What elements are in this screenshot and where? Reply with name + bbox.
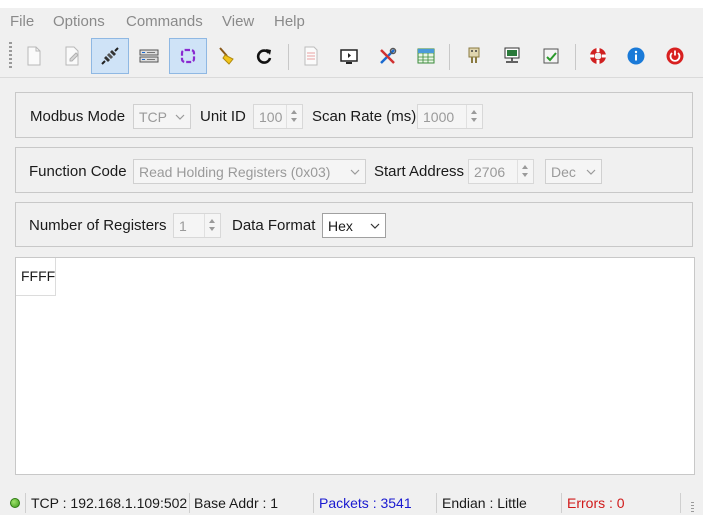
menu-options[interactable]: Options	[53, 13, 105, 30]
title-strip	[0, 0, 703, 8]
toolbar-separator	[575, 44, 576, 70]
errors-count: Errors : 0	[567, 495, 625, 511]
scan-rate-value: 1000	[423, 109, 455, 125]
function-code-value: Read Holding Registers (0x03)	[139, 164, 331, 180]
info-icon	[627, 47, 645, 65]
resize-grip[interactable]	[691, 502, 694, 512]
network-settings-button[interactable]	[130, 38, 168, 74]
modbus-mode-select[interactable]: TCP	[133, 104, 191, 129]
data-format-select[interactable]: Hex	[322, 213, 386, 238]
serial-port-button[interactable]	[455, 38, 493, 74]
toolbar-separator	[449, 44, 450, 70]
menu-help[interactable]: Help	[274, 13, 305, 30]
ethernet-icon	[504, 47, 520, 63]
start-address-stepper[interactable]	[517, 160, 533, 183]
save-document-icon	[65, 46, 79, 66]
ethernet-button[interactable]	[493, 38, 531, 74]
modbus-mode-label: Modbus Mode	[30, 108, 126, 125]
scan-rate-spinbox[interactable]: 1000	[417, 104, 483, 129]
chevron-down-icon	[586, 169, 596, 175]
log-document-icon	[304, 46, 318, 66]
open-document-icon	[27, 46, 41, 66]
table-grid-icon	[417, 48, 435, 64]
connect-plug-icon	[101, 47, 119, 65]
toolbar-grip[interactable]	[9, 42, 12, 70]
clear-button[interactable]	[208, 38, 246, 74]
start-address-value: 2706	[474, 164, 506, 180]
monitor-display-icon	[340, 49, 358, 64]
unit-id-spinbox[interactable]: 100	[253, 104, 303, 129]
data-format-label: Data Format	[232, 217, 316, 234]
log-button[interactable]	[292, 38, 330, 74]
endian-info: Endian : Little	[442, 495, 527, 511]
num-registers-spinbox[interactable]: 1	[173, 213, 221, 238]
num-registers-stepper[interactable]	[204, 214, 220, 237]
menu-commands[interactable]: Commands	[126, 13, 203, 30]
clear-broom-icon	[219, 47, 234, 65]
address-format-select[interactable]: Dec	[545, 159, 602, 184]
status-separator	[25, 493, 26, 513]
network-settings-icon	[139, 49, 159, 63]
refresh-button[interactable]	[245, 38, 283, 74]
connection-status-led	[10, 498, 20, 508]
function-group: Function Code Read Holding Registers (0x…	[15, 147, 693, 193]
menu-bar: File Options Commands View Help	[0, 8, 703, 35]
refresh-icon	[256, 49, 272, 64]
num-registers-label: Number of Registers	[29, 217, 167, 234]
packets-count: Packets : 3541	[319, 495, 412, 511]
data-format-value: Hex	[328, 218, 353, 234]
help-lifebuoy-icon	[590, 48, 606, 64]
register-cell[interactable]: FFFF	[16, 258, 56, 296]
scan-button[interactable]	[169, 38, 207, 74]
chevron-down-icon	[175, 114, 185, 120]
exit-button[interactable]	[656, 38, 694, 74]
start-address-spinbox[interactable]: 2706	[468, 159, 534, 184]
help-button[interactable]	[579, 38, 617, 74]
toolbar-separator	[288, 44, 289, 70]
test-button[interactable]	[532, 38, 570, 74]
toolbar	[0, 36, 703, 78]
status-separator	[436, 493, 437, 513]
table-button[interactable]	[407, 38, 445, 74]
connect-button[interactable]	[91, 38, 129, 74]
status-bar: TCP : 192.168.1.109:502 Base Addr : 1 Pa…	[0, 490, 703, 515]
tools-icon	[380, 47, 397, 64]
status-separator	[680, 493, 681, 513]
status-separator	[189, 493, 190, 513]
unit-id-value: 100	[259, 109, 283, 125]
scan-loop-icon	[180, 48, 196, 64]
scan-rate-stepper[interactable]	[466, 105, 482, 128]
chevron-down-icon	[350, 169, 360, 175]
address-format-value: Dec	[551, 164, 576, 180]
serial-port-icon	[468, 47, 480, 63]
status-separator	[313, 493, 314, 513]
chevron-down-icon	[370, 223, 380, 229]
start-address-label: Start Address	[374, 163, 465, 180]
register-data-grid[interactable]: FFFF	[15, 257, 695, 475]
monitor-button[interactable]	[330, 38, 368, 74]
registers-group: Number of Registers 1 Data Format Hex	[15, 202, 693, 247]
info-button[interactable]	[617, 38, 655, 74]
mode-group: Modbus Mode TCP Unit ID 100 Scan Rate (m…	[15, 92, 693, 138]
status-separator	[561, 493, 562, 513]
menu-view[interactable]: View	[222, 13, 254, 30]
open-button[interactable]	[15, 38, 53, 74]
power-icon	[666, 47, 684, 65]
scan-rate-label: Scan Rate (ms)	[312, 108, 417, 125]
connection-info: TCP : 192.168.1.109:502	[31, 495, 188, 511]
save-button[interactable]	[53, 38, 91, 74]
function-code-label: Function Code	[29, 163, 127, 180]
num-registers-value: 1	[179, 218, 187, 234]
test-check-icon	[543, 48, 559, 64]
function-code-select[interactable]: Read Holding Registers (0x03)	[133, 159, 366, 184]
unit-id-stepper[interactable]	[286, 105, 302, 128]
modbus-mode-value: TCP	[139, 109, 167, 125]
unit-id-label: Unit ID	[200, 108, 246, 125]
menu-file[interactable]: File	[10, 13, 34, 30]
tools-button[interactable]	[369, 38, 407, 74]
base-addr-info: Base Addr : 1	[194, 495, 279, 511]
